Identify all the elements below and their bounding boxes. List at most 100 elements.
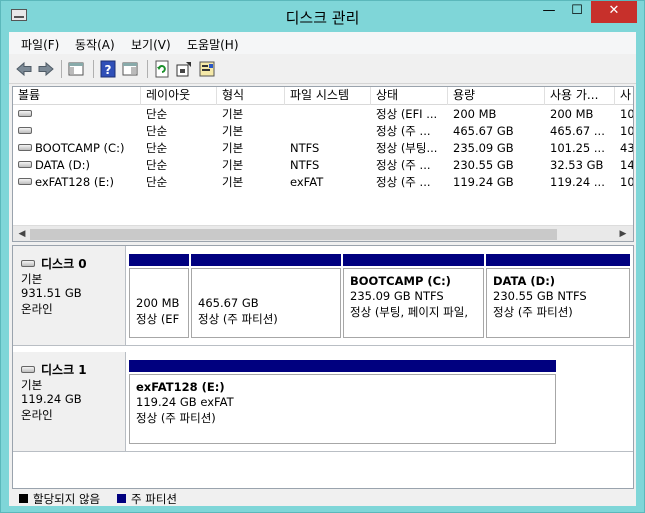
partition-size: 230.55 GB NTFS — [493, 289, 587, 303]
cell-capacity: 200 MB — [453, 107, 497, 121]
console-tree-icon[interactable] — [67, 60, 85, 78]
menu-view[interactable]: 보기(V) — [131, 36, 171, 53]
cell-percent-free: 43 — [620, 141, 634, 155]
partition-bar — [129, 254, 189, 266]
forward-arrow-icon[interactable] — [37, 60, 55, 78]
column-header-volume[interactable]: 볼륨 — [13, 87, 141, 105]
partition-bar — [343, 254, 484, 266]
close-button[interactable]: ✕ — [591, 1, 637, 23]
disk-size: 119.24 GB — [21, 392, 82, 406]
column-header-capacity[interactable]: 용량 — [448, 87, 545, 105]
disk-status: 온라인 — [21, 408, 53, 422]
table-row[interactable]: 단순 기본 정상 (EFI ... 200 MB 200 MB 10( — [13, 106, 634, 123]
partition-size: 200 MB — [136, 296, 180, 310]
help-icon[interactable]: ? — [99, 60, 117, 78]
cell-volume: BOOTCAMP (C:) — [13, 140, 141, 157]
scrollbar-thumb[interactable] — [30, 229, 557, 240]
scroll-left-icon[interactable]: ◀ — [15, 228, 29, 241]
disk-1-label[interactable]: 디스크 1 기본 119.24 GB 온라인 — [13, 352, 126, 451]
back-arrow-icon[interactable] — [15, 60, 33, 78]
partition-bar — [486, 254, 630, 266]
refresh-icon[interactable] — [153, 60, 171, 78]
disk-graphical-pane[interactable]: 디스크 0 기본 931.51 GB 온라인 200 MB 정상 (EF 465… — [12, 245, 634, 489]
volume-table-header: 볼륨 레이아웃 형식 파일 시스템 상태 용량 사용 가... 사 — [13, 87, 633, 105]
partition-name: exFAT128 (E:) — [136, 380, 225, 394]
table-row[interactable]: BOOTCAMP (C:) 단순 기본 NTFS 정상 (부팅... 235.0… — [13, 140, 634, 157]
scroll-right-icon[interactable]: ▶ — [616, 228, 630, 241]
cell-capacity: 465.67 GB — [453, 124, 514, 138]
cell-type: 기본 — [222, 107, 244, 121]
cell-status: 정상 (EFI ... — [376, 107, 438, 121]
partition-body: exFAT128 (E:) 119.24 GB exFAT 정상 (주 파티션) — [129, 374, 556, 444]
partition-body: DATA (D:) 230.55 GB NTFS 정상 (주 파티션) — [486, 268, 630, 338]
column-header-percent-free[interactable]: 사 — [615, 87, 633, 105]
cell-percent-free: 10( — [620, 175, 634, 189]
partition-bootcamp[interactable]: BOOTCAMP (C:) 235.09 GB NTFS 정상 (부팅, 페이지… — [343, 254, 484, 338]
menu-action[interactable]: 동작(A) — [75, 36, 115, 53]
disk-name: 디스크 0 — [41, 257, 87, 271]
partition-efi[interactable]: 200 MB 정상 (EF — [129, 254, 189, 338]
cell-free-space: 32.53 GB — [550, 158, 604, 172]
title-bar[interactable]: 디스크 관리 — ☐ ✕ — [1, 1, 644, 31]
toolbar: ? — [9, 54, 636, 84]
horizontal-scrollbar[interactable]: ◀ ▶ — [13, 225, 633, 241]
cell-free-space: 200 MB — [550, 107, 594, 121]
partition-body: BOOTCAMP (C:) 235.09 GB NTFS 정상 (부팅, 페이지… — [343, 268, 484, 338]
cell-status: 정상 (주 ... — [376, 175, 431, 189]
cell-status: 정상 (주 ... — [376, 124, 431, 138]
partition-data[interactable]: DATA (D:) 230.55 GB NTFS 정상 (주 파티션) — [486, 254, 630, 338]
table-row[interactable]: DATA (D:) 단순 기본 NTFS 정상 (주 ... 230.55 GB… — [13, 157, 633, 174]
rescan-disks-icon[interactable] — [175, 60, 193, 78]
partition-exfat128[interactable]: exFAT128 (E:) 119.24 GB exFAT 정상 (주 파티션) — [129, 360, 556, 444]
properties-panel-icon[interactable] — [121, 60, 139, 78]
properties-icon[interactable] — [198, 60, 216, 78]
column-header-free-space[interactable]: 사용 가... — [545, 87, 615, 105]
cell-percent-free: 10( — [620, 107, 634, 121]
disk-type: 기본 — [21, 272, 43, 286]
disk-management-window: 디스크 관리 — ☐ ✕ 파일(F) 동작(A) 보기(V) 도움말(H) ? — [0, 0, 645, 513]
cell-type: 기본 — [222, 158, 244, 172]
cell-file-system: NTFS — [290, 141, 320, 155]
volume-name: DATA (D:) — [35, 158, 90, 172]
cell-layout: 단순 — [146, 175, 168, 189]
column-header-status[interactable]: 상태 — [371, 87, 448, 105]
volume-name: BOOTCAMP (C:) — [35, 141, 125, 155]
volume-list-pane[interactable]: 볼륨 레이아웃 형식 파일 시스템 상태 용량 사용 가... 사 단순 기본 … — [12, 86, 634, 242]
partition-name: DATA (D:) — [493, 274, 556, 288]
partition-bar — [129, 360, 556, 372]
partition-recovery[interactable]: 465.67 GB 정상 (주 파티션) — [191, 254, 341, 338]
disk-row-0: 디스크 0 기본 931.51 GB 온라인 200 MB 정상 (EF 465… — [13, 246, 633, 346]
disk-0-label[interactable]: 디스크 0 기본 931.51 GB 온라인 — [13, 246, 126, 345]
partition-size: 235.09 GB NTFS — [350, 289, 444, 303]
partition-status: 정상 (주 파티션) — [493, 305, 573, 319]
partition-status: 정상 (주 파티션) — [198, 312, 278, 326]
cell-file-system — [285, 123, 371, 140]
partition-status: 정상 (부팅, 페이지 파일, — [350, 305, 468, 319]
column-header-layout[interactable]: 레이아웃 — [141, 87, 217, 105]
toolbar-separator — [93, 60, 94, 78]
menu-help[interactable]: 도움말(H) — [187, 36, 239, 53]
column-header-file-system[interactable]: 파일 시스템 — [285, 87, 371, 105]
legend-label-unallocated: 할당되지 않음 — [33, 492, 101, 506]
partition-name: BOOTCAMP (C:) — [350, 274, 451, 288]
table-row[interactable]: 단순 기본 정상 (주 ... 465.67 GB 465.67 ... 10( — [13, 123, 634, 140]
table-row[interactable]: exFAT128 (E:) 단순 기본 exFAT 정상 (주 ... 119.… — [13, 174, 634, 191]
cell-file-system: NTFS — [290, 158, 320, 172]
cell-type: 기본 — [222, 175, 244, 189]
legend-label-primary: 주 파티션 — [131, 492, 177, 506]
cell-capacity: 230.55 GB — [453, 158, 514, 172]
cell-status: 정상 (주 ... — [376, 158, 431, 172]
cell-capacity: 235.09 GB — [453, 141, 514, 155]
partition-size: 465.67 GB — [198, 296, 259, 310]
maximize-button[interactable]: ☐ — [563, 1, 591, 23]
partition-bar — [191, 254, 341, 266]
cell-percent-free: 10( — [620, 124, 634, 138]
legend-swatch-unallocated — [19, 494, 28, 503]
partition-size: 119.24 GB exFAT — [136, 395, 234, 409]
disk-size: 931.51 GB — [21, 286, 82, 300]
column-header-type[interactable]: 형식 — [217, 87, 285, 105]
cell-type: 기본 — [222, 141, 244, 155]
minimize-button[interactable]: — — [535, 1, 563, 23]
menu-file[interactable]: 파일(F) — [21, 36, 59, 53]
cell-volume: exFAT128 (E:) — [13, 174, 141, 191]
